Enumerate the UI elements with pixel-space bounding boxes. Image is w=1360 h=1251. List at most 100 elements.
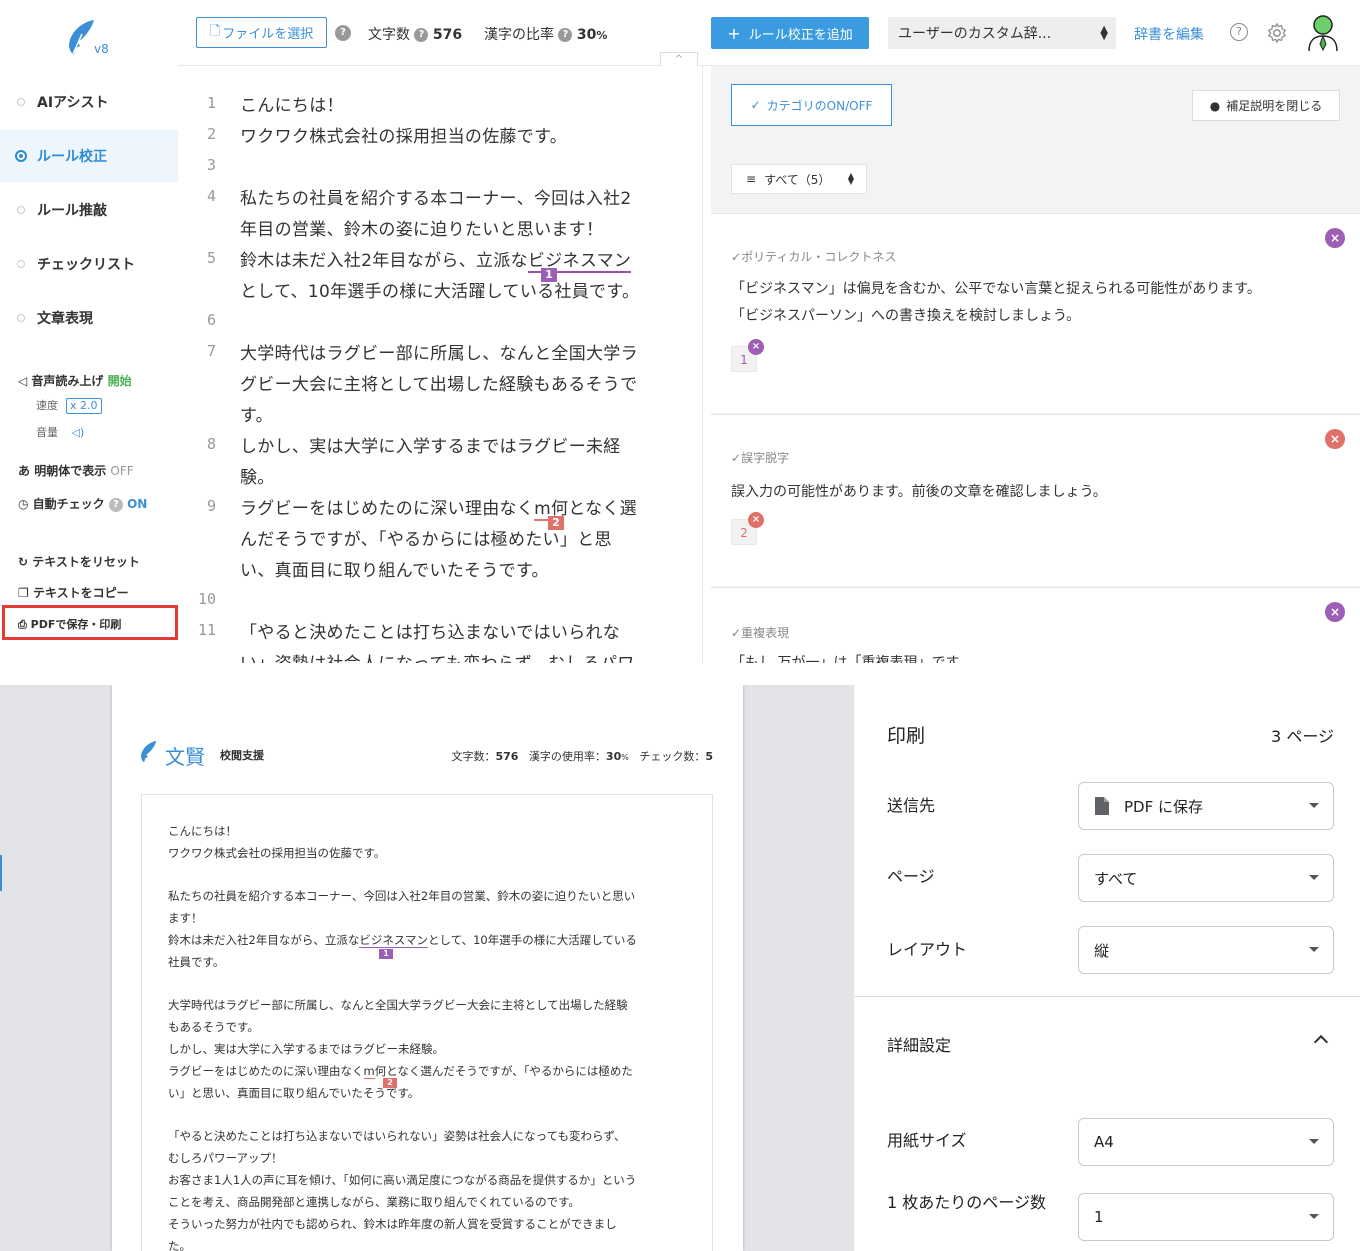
destination-label: 送信先 [887,796,936,815]
destination-select[interactable]: PDF に保存 [1078,782,1334,830]
close-icon[interactable]: × [748,512,764,528]
preview-text: 鈴木は未だ入社2年目ながら、立派な [168,933,360,947]
dismiss-icon[interactable]: × [1325,429,1345,449]
nav-rule-proofread[interactable]: ルール校正 [0,130,178,182]
print-dialog: 文賢 校閲支援 文字数：576 漢字の使用率：30% チェック数：5 こんにちは… [0,685,1360,1251]
edit-dictionary-link[interactable]: 辞書を編集 [1134,24,1204,44]
speed-label: 速度 [36,399,58,412]
preview-line: もあるそうです。 [168,1020,259,1034]
nav-checklist[interactable]: チェックリスト [0,238,178,290]
dropdown-arrow-icon [1309,875,1319,880]
autocheck-toggle[interactable]: ◷ 自動チェック ? ON [18,495,147,512]
tts-start-button[interactable]: 開始 [108,374,132,388]
check-circle-icon: ✓ [750,98,761,112]
help-icon[interactable]: ? [414,28,429,42]
reset-label: テキストをリセット [32,555,140,569]
volume-label: 音量 [36,426,58,439]
editor-line: として、10年選手の様に大活躍している社員です。 [240,282,640,302]
editor-line: 鈴木は未だ入社2年目ながら、立派なビジネスマン [240,246,632,273]
line-number: 3 [206,156,216,174]
issue-number-chip[interactable]: 2 × [731,512,764,545]
dropdown-arrow-icon [1309,1139,1319,1144]
avatar[interactable] [1306,14,1340,52]
nav-label: ルール推敲 [37,203,107,219]
radio-dot-icon [17,98,25,106]
nav-rule-refine[interactable]: ルール推敲 [0,184,178,236]
pages-label: ページ [887,867,935,886]
updown-icon: ▲ ▼ [847,171,854,186]
close-notes-button[interactable]: ● 補足説明を閉じる [1192,90,1340,121]
preview-line: 「やると決めたことは打ち込まないではいられない」姿勢は社会人になっても変わらず、 [168,1129,626,1143]
file-button-label: ファイルを選択 [222,27,314,42]
filter-select[interactable]: ≡ すべて（5） ▲ ▼ [731,164,867,194]
pages-select[interactable]: すべて [1078,854,1334,902]
help-circle-icon[interactable]: ? [1230,23,1248,41]
autocheck-label: 自動チェック [32,497,105,511]
radio-dot-icon [17,260,25,268]
copy-label: テキストをコピー [32,586,129,600]
editor-line: グビー大会に主将として出場した経験もあるそうで [240,375,638,395]
speed-select[interactable]: x 2.0 [66,398,102,414]
reset-text-button[interactable]: ↻ テキストをリセット [18,553,140,570]
chevron-up-icon[interactable] [1313,1034,1329,1050]
pages-per-sheet-select[interactable]: 1 [1078,1193,1334,1241]
preview-line: お客さま1人1人の声に耳を傾け、「如何に高い満足度につながる商品を提供するか」と… [168,1173,637,1187]
nav-ai-assist[interactable]: AIアシスト [0,76,178,128]
editor-line: 験。 [240,468,275,488]
text-editor[interactable]: 1 2 3 4 5 6 7 8 9 10 11 こんにちは！ ワクワク株式会社の… [178,66,703,663]
help-icon[interactable]: ? [108,497,123,512]
gear-icon[interactable] [1266,22,1288,44]
print-preview-page: 文賢 校閲支援 文字数：576 漢字の使用率：30% チェック数：5 こんにちは… [112,685,743,1251]
mincho-label: 明朝体で表示 [34,464,107,478]
editor-line: しかし、実は大学に入学するまではラグビー未経 [240,437,621,457]
results-panel: ✓ カテゴリのON/OFF ● 補足説明を閉じる ≡ すべて（5） ▲ ▼ × ✓ポリテ… [711,66,1360,663]
issue-number-chip[interactable]: 1 × [731,339,764,372]
issue-card-3[interactable]: × ✓重複表現 「もし 万が一」は「重複表現」です [711,587,1360,663]
issue-card-2[interactable]: × ✓誤字脱字 誤入力の可能性があります。前後の文章を確認しましょう。 2 × [711,414,1360,586]
preview-line: 私たちの社員を紹介する本コーナー、今回は入社2年目の営業、鈴木の姿に迫りたいと思… [168,889,636,903]
copy-icon: ❐ [18,586,29,600]
volume-icon[interactable]: ◁) [72,426,85,439]
editor-line: こんにちは！ [240,96,344,116]
issue-category-label: ポリティカル・コレクトネス [741,250,897,264]
file-select-button[interactable]: 🗋 ファイルを選択 [196,17,327,48]
mincho-toggle[interactable]: あ 明朝体で表示 OFF [18,462,134,479]
stat-unit: % [621,753,629,762]
plus-icon: + [727,23,741,43]
issue-card-1[interactable]: × ✓ポリティカル・コレクトネス 「ビジネスマン」は偏見を含むか、公平でない言葉… [711,213,1360,413]
volume-row: 音量 ◁) [36,424,84,440]
radio-dot-icon [17,206,25,214]
dismiss-icon[interactable]: × [1325,228,1345,248]
autocheck-state: ON [127,497,148,511]
advanced-settings-toggle[interactable]: 詳細設定 [887,1032,951,1060]
paper-size-select[interactable]: A4 [1078,1118,1334,1166]
preview-line: しかし、実は大学に入学するまではラグビー未経験。 [168,1042,444,1056]
nav-label: ルール校正 [37,149,107,165]
editor-line: い、真面目に取り組んでいたそうです。 [240,561,549,581]
line-number: 2 [206,125,216,143]
dictionary-select[interactable]: ユーザーのカスタム辞... ▲ ▼ [888,17,1116,49]
nav-expression[interactable]: 文章表現 [0,292,178,344]
preview-line: むしろパワーアップ！ [168,1151,283,1165]
check-circle-icon: ✓ [731,250,742,264]
close-icon[interactable]: × [748,339,764,355]
highlight-box [2,605,178,640]
preview-line: ラグビーをはじめたのに深い理由なくm何となく選んだそうですが、「やるからには極め… [168,1063,633,1079]
category-toggle-button[interactable]: ✓ カテゴリのON/OFF [731,84,892,126]
line-number: 7 [206,342,216,360]
comment-icon: ● [1209,98,1221,113]
sidebar: v8 AIアシスト ルール校正 ルール推敲 チェックリスト 文章表現 ◁ 音声読… [0,0,178,663]
close-notes-label: 補足説明を閉じる [1226,99,1323,113]
collapse-toolbar-button[interactable]: ^ [660,52,698,66]
add-rule-button[interactable]: + ルール校正を追加 [711,17,869,49]
help-icon[interactable]: ? [335,25,351,41]
timer-icon: ◷ [18,497,29,511]
copy-text-button[interactable]: ❐ テキストをコピー [18,584,129,601]
layout-select[interactable]: 縦 [1078,926,1334,974]
pen-logo-icon [141,741,157,763]
issue-category: ✓重複表現 [731,624,789,641]
preview-line: た。 [168,1239,191,1251]
dismiss-icon[interactable]: × [1325,602,1345,622]
help-icon[interactable]: ? [558,28,573,42]
page-count: 3 ページ [1271,727,1334,746]
